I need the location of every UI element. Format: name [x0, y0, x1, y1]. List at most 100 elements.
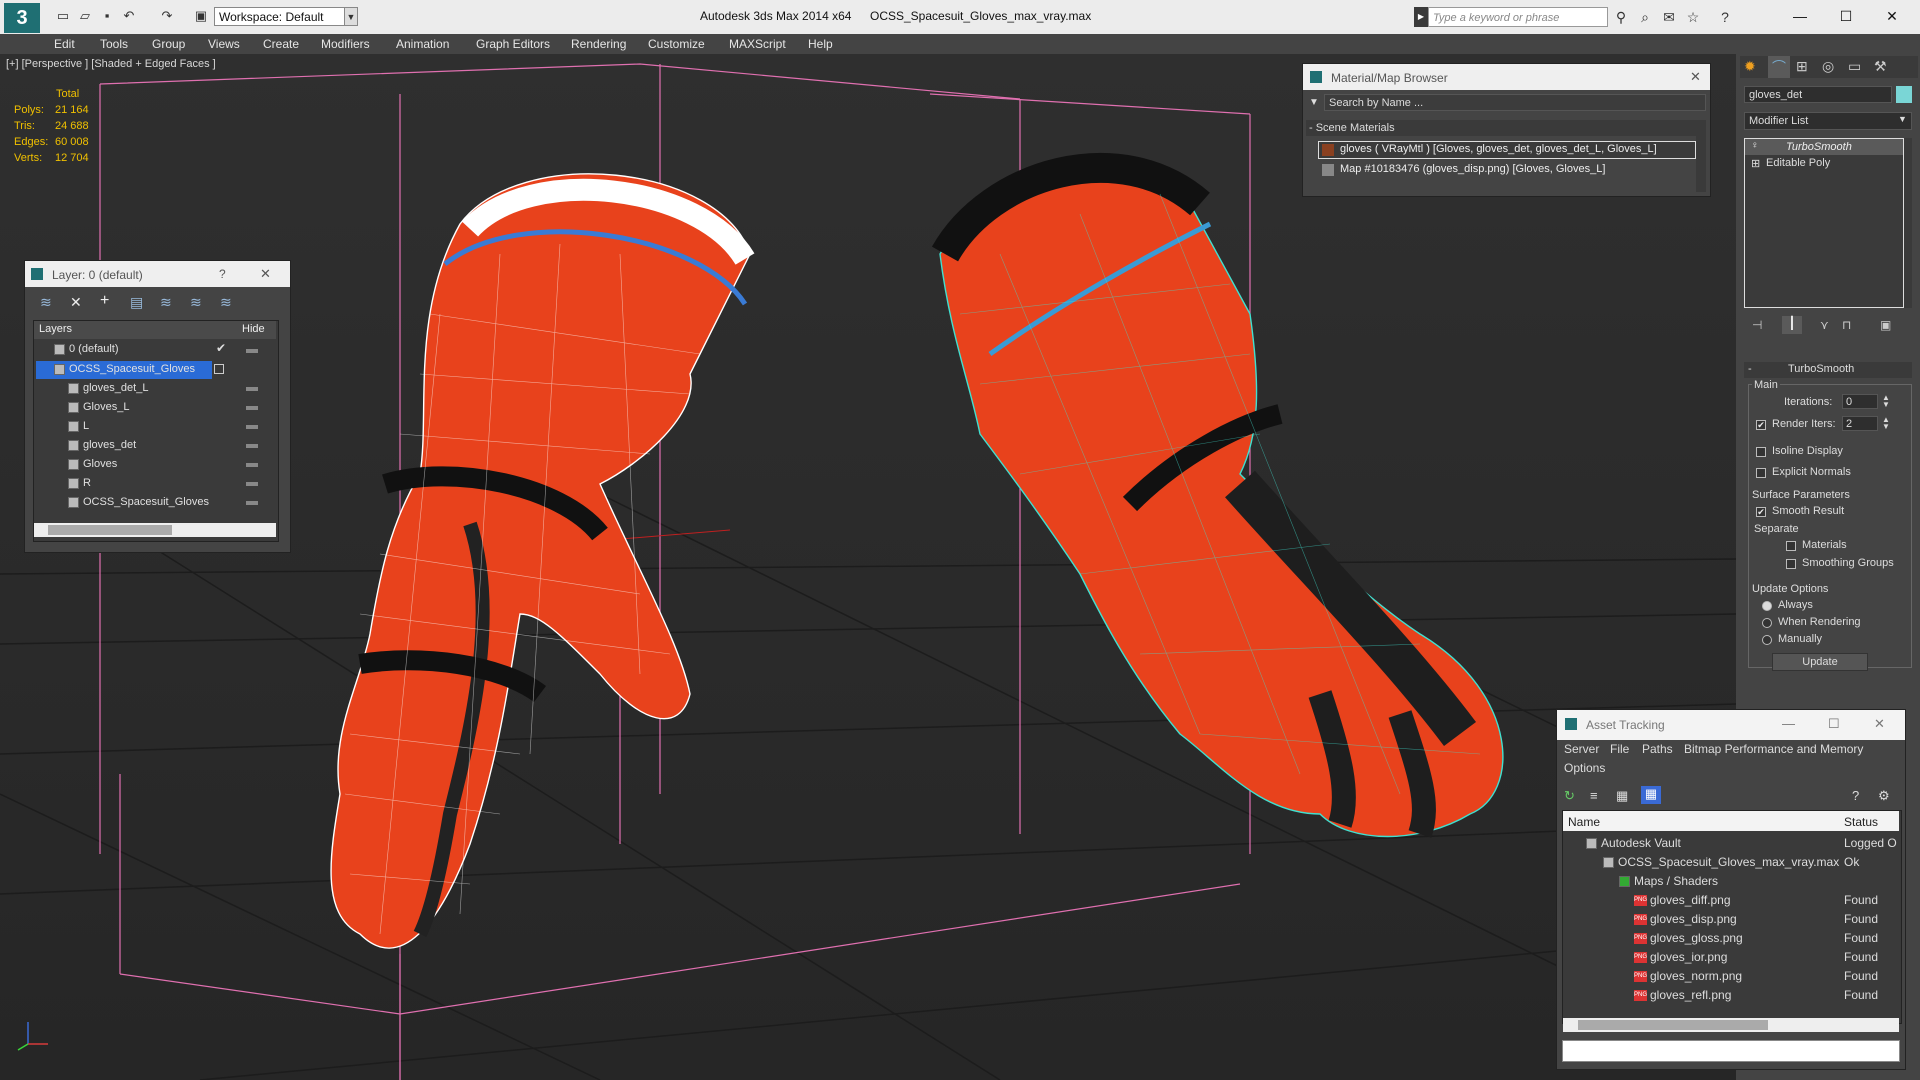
current-layer-checkmark-icon[interactable]: ✔	[216, 341, 226, 355]
render-iters-spinner-arrows-icon[interactable]: ▲ ▼	[1882, 416, 1890, 431]
layer-item-ocss[interactable]: OCSS_Spacesuit_Gloves	[54, 360, 195, 379]
menu-create[interactable]: Create	[263, 34, 299, 54]
communication-icon[interactable]: ✉	[1660, 8, 1678, 26]
modifier-list-dropdown[interactable]: Modifier List	[1744, 112, 1912, 130]
highlight-layer-icon[interactable]: ≋	[160, 294, 172, 311]
object-item-l[interactable]: L	[68, 417, 89, 436]
material-browser-close-button[interactable]: ✕	[1690, 69, 1701, 85]
utilities-tab-icon[interactable]: ⚒	[1874, 58, 1887, 75]
configure-sets-icon[interactable]: ▣	[1880, 318, 1891, 332]
asset-menu-bitmap[interactable]: Bitmap Performance and Memory	[1684, 742, 1863, 756]
layer-help-button[interactable]: ?	[219, 267, 226, 281]
asset-close-button[interactable]: ✕	[1874, 716, 1885, 732]
binoculars-icon[interactable]: ⚲	[1612, 8, 1630, 26]
lightbulb-icon[interactable]: ♀	[1751, 140, 1759, 151]
list-view-icon[interactable]: ≡	[1590, 788, 1598, 803]
update-button[interactable]: Update	[1772, 653, 1868, 671]
settings-icon[interactable]: ⚙	[1878, 788, 1890, 804]
object-color-swatch[interactable]	[1896, 86, 1912, 103]
object-item-gloves[interactable]: Gloves	[68, 455, 117, 474]
minimize-button[interactable]: —	[1780, 4, 1820, 28]
freeze-all-icon[interactable]: ≋	[220, 294, 232, 311]
perspective-viewport[interactable]	[0, 54, 1736, 1080]
app-logo-icon[interactable]: 3	[4, 3, 40, 33]
pin-stack-icon[interactable]: ⊣	[1752, 318, 1762, 332]
smoothing-groups-checkbox[interactable]	[1786, 559, 1796, 569]
table-view-icon[interactable]: ▦	[1641, 786, 1661, 804]
modify-tab-icon[interactable]: ⌒	[1768, 56, 1790, 78]
column-hide[interactable]: Hide	[242, 323, 265, 335]
menu-group[interactable]: Group	[152, 34, 185, 54]
scrollbar-thumb[interactable]	[1578, 1020, 1768, 1030]
hide-all-icon[interactable]: ≋	[190, 294, 202, 311]
collapse-icon[interactable]: -	[1748, 363, 1752, 375]
menu-views[interactable]: Views	[208, 34, 240, 54]
object-item-r[interactable]: R	[68, 474, 91, 493]
menu-rendering[interactable]: Rendering	[571, 34, 626, 54]
left-glove-mesh[interactable]	[330, 173, 755, 949]
detail-view-icon[interactable]: ▦	[1616, 788, 1628, 804]
display-tab-icon[interactable]: ▭	[1848, 58, 1861, 75]
asset-menu-server[interactable]: Server	[1564, 742, 1599, 756]
save-icon[interactable]: ▪	[98, 8, 116, 24]
menu-tools[interactable]: Tools	[100, 34, 128, 54]
smooth-result-checkbox[interactable]: ✔	[1756, 507, 1766, 517]
right-glove-mesh[interactable]	[931, 152, 1504, 838]
hide-toggle[interactable]	[246, 387, 258, 391]
hide-toggle[interactable]	[246, 406, 258, 410]
create-tab-icon[interactable]: ✹	[1744, 58, 1756, 75]
map-item-label[interactable]: Map #10183476 (gloves_disp.png) [Gloves,…	[1340, 163, 1605, 175]
iterations-spinner[interactable]: 0	[1842, 394, 1878, 409]
object-name-input[interactable]: gloves_det	[1744, 86, 1892, 103]
hide-toggle[interactable]	[246, 444, 258, 448]
asset-menu-options[interactable]: Options	[1564, 761, 1605, 775]
iterations-spinner-arrows-icon[interactable]: ▲ ▼	[1882, 394, 1890, 409]
material-browser-scrollbar[interactable]	[1696, 120, 1706, 192]
asset-row-disp[interactable]: PNG gloves_disp.png	[1634, 912, 1737, 926]
redo-icon[interactable]: ↷	[158, 8, 176, 24]
search-input[interactable]: Type a keyword or phrase	[1428, 7, 1608, 27]
help-icon[interactable]: ?	[1716, 8, 1734, 26]
layer-item-default[interactable]: 0 (default)	[54, 340, 119, 359]
object-item-gloves-l[interactable]: Gloves_L	[68, 398, 129, 417]
column-name[interactable]: Name	[1568, 815, 1600, 829]
hide-toggle[interactable]	[246, 349, 258, 353]
new-file-icon[interactable]: ▭	[54, 8, 72, 24]
layer-close-button[interactable]: ✕	[260, 266, 271, 282]
asset-row-vault[interactable]: Autodesk Vault	[1586, 836, 1681, 850]
asset-path-field[interactable]	[1562, 1040, 1900, 1062]
hide-toggle[interactable]	[246, 463, 258, 467]
make-unique-icon[interactable]: ⋎	[1820, 318, 1829, 332]
scrollbar-thumb[interactable]	[48, 525, 172, 535]
object-item-gloves-det[interactable]: gloves_det	[68, 436, 136, 455]
menu-maxscript[interactable]: MAXScript	[729, 34, 786, 54]
always-radio[interactable]	[1762, 601, 1772, 611]
expand-search-icon[interactable]: ▶	[1414, 7, 1428, 27]
menu-help[interactable]: Help	[808, 34, 833, 54]
manually-radio[interactable]	[1762, 635, 1772, 645]
subscription-icon[interactable]: ⌕	[1636, 8, 1654, 26]
expand-icon[interactable]: ⊞	[1751, 157, 1760, 170]
motion-tab-icon[interactable]: ◎	[1822, 58, 1834, 75]
explicit-normals-checkbox[interactable]	[1756, 468, 1766, 478]
menu-graph-editors[interactable]: Graph Editors	[476, 34, 550, 54]
object-item-ocss[interactable]: OCSS_Spacesuit_Gloves	[68, 493, 209, 512]
hide-toggle[interactable]	[246, 482, 258, 486]
stack-scrollbar[interactable]	[1904, 138, 1912, 308]
when-rendering-radio[interactable]	[1762, 618, 1772, 628]
refresh-icon[interactable]: ↻	[1564, 788, 1575, 804]
asset-row-gloss[interactable]: PNG gloves_gloss.png	[1634, 931, 1743, 945]
layers-icon[interactable]: ≋	[40, 294, 52, 311]
render-iters-checkbox[interactable]: ✔	[1756, 420, 1766, 430]
hide-toggle[interactable]	[246, 425, 258, 429]
favorites-star-icon[interactable]: ☆	[1684, 8, 1702, 26]
browser-options-icon[interactable]: ▼	[1306, 95, 1322, 111]
object-item-gloves-det-l[interactable]: gloves_det_L	[68, 379, 148, 398]
asset-row-refl[interactable]: PNG gloves_refl.png	[1634, 988, 1731, 1002]
maximize-button[interactable]: ☐	[1826, 4, 1866, 28]
asset-row-ior[interactable]: PNG gloves_ior.png	[1634, 950, 1727, 964]
undo-icon[interactable]: ↶	[120, 8, 138, 24]
add-to-layer-icon[interactable]: +	[100, 292, 109, 310]
open-file-icon[interactable]: ▱	[76, 8, 94, 24]
materials-checkbox[interactable]	[1786, 541, 1796, 551]
